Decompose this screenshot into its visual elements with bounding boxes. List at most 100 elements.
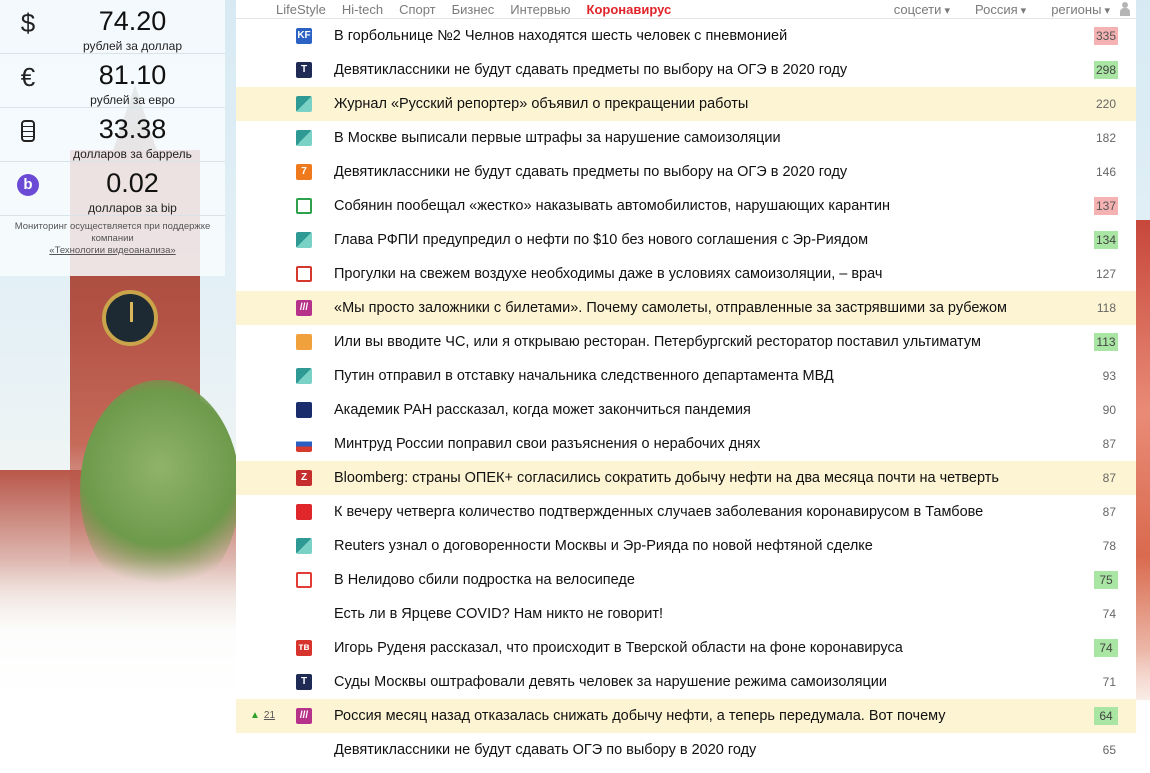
news-title[interactable]: Минтруд России поправил свои разъяснения… <box>334 436 1022 452</box>
news-title[interactable]: В Москве выписали первые штрафы за наруш… <box>334 130 1022 146</box>
country-dropdown[interactable]: Россия <box>975 2 1026 17</box>
news-item[interactable]: Собянин пообещал «жестко» наказывать авт… <box>236 189 1136 223</box>
social-dropdown[interactable]: соцсети <box>894 2 950 17</box>
news-item[interactable]: 7 Девятиклассники не будут сдавать предме… <box>236 155 1136 189</box>
news-title[interactable]: В Нелидово сбили подростка на велосипеде <box>334 572 1022 588</box>
source-logo-icon[interactable] <box>296 198 312 214</box>
view-count: 220 <box>1095 97 1116 111</box>
news-item[interactable]: Я Есть ли в Ярцеве COVID? Нам никто не го… <box>236 597 1136 631</box>
source-logo-icon[interactable] <box>296 334 312 350</box>
barrel-icon <box>21 120 35 142</box>
source-logo-icon[interactable]: Я <box>296 606 312 622</box>
news-list: KF В горбольнице №2 Челнов находятся шест… <box>236 19 1136 767</box>
news-item[interactable]: Или вы вводите ЧС, или я открываю рестор… <box>236 325 1136 359</box>
view-count: 75 <box>1094 571 1118 589</box>
news-title[interactable]: Журнал «Русский репортер» объявил о прек… <box>334 96 1022 112</box>
nav-hitech[interactable]: Hi-tech <box>342 2 383 17</box>
rate-label: рублей за доллар <box>83 39 182 53</box>
rate-bip: b 0.02 долларов за bip <box>0 162 225 216</box>
news-title[interactable]: Академик РАН рассказал, когда может зако… <box>334 402 1022 418</box>
news-title[interactable]: Собянин пообещал «жестко» наказывать авт… <box>334 198 1022 214</box>
source-logo-icon[interactable] <box>296 266 312 282</box>
view-count: 74 <box>1094 639 1118 657</box>
news-title[interactable]: Девятиклассники не будут сдавать ОГЭ по … <box>334 742 1022 758</box>
source-logo-icon[interactable] <box>296 232 312 248</box>
news-title[interactable]: Девятиклассники не будут сдавать предмет… <box>334 62 1022 78</box>
news-item[interactable]: Reuters узнал о договоренности Москвы и … <box>236 529 1136 563</box>
news-title[interactable]: Девятиклассники не будут сдавать предмет… <box>334 164 1022 180</box>
source-logo-icon[interactable]: Z <box>296 470 312 486</box>
rate-value: 74.20 <box>98 6 167 36</box>
regions-dropdown[interactable]: регионы <box>1051 2 1110 17</box>
news-item[interactable]: iz Девятиклассники не будут сдавать ОГЭ п… <box>236 733 1136 767</box>
news-item[interactable]: Академик РАН рассказал, когда может зако… <box>236 393 1136 427</box>
news-title[interactable]: Прогулки на свежем воздухе необходимы да… <box>334 266 1022 282</box>
source-logo-icon[interactable]: T <box>296 62 312 78</box>
nav-interview[interactable]: Интервью <box>510 2 570 17</box>
rate-value: 0.02 <box>106 168 159 198</box>
view-count: 74 <box>1102 607 1116 621</box>
rate-oil: 33.38 долларов за баррель <box>0 108 225 162</box>
nav-coronavirus[interactable]: Коронавирус <box>587 2 672 17</box>
source-logo-icon[interactable]: iz <box>296 742 312 758</box>
source-logo-icon[interactable]: тв <box>296 640 312 656</box>
nav-sport[interactable]: Спорт <box>399 2 436 17</box>
source-logo-icon[interactable] <box>296 538 312 554</box>
news-item[interactable]: Z Bloomberg: страны ОПЕК+ согласились сок… <box>236 461 1136 495</box>
source-logo-icon[interactable]: /// <box>296 708 312 724</box>
news-item[interactable]: Прогулки на свежем воздухе необходимы да… <box>236 257 1136 291</box>
source-logo-icon[interactable]: KF <box>296 28 312 44</box>
source-logo-icon[interactable]: /// <box>296 300 312 316</box>
news-title[interactable]: В горбольнице №2 Челнов находятся шесть … <box>334 28 1022 44</box>
nav-business[interactable]: Бизнес <box>452 2 495 17</box>
news-item[interactable]: В Нелидово сбили подростка на велосипеде… <box>236 563 1136 597</box>
rate-value: 81.10 <box>98 60 167 90</box>
news-item[interactable]: ▲ 21 /// Россия месяц назад отказалась сниж… <box>236 699 1136 733</box>
news-title[interactable]: Глава РФПИ предупредил о нефти по $10 бе… <box>334 232 1022 248</box>
source-logo-icon[interactable] <box>296 436 312 452</box>
news-item[interactable]: T Девятиклассники не будут сдавать предме… <box>236 53 1136 87</box>
news-item[interactable]: Журнал «Русский репортер» объявил о прек… <box>236 87 1136 121</box>
news-item[interactable]: К вечеру четверга количество подтвержден… <box>236 495 1136 529</box>
news-title[interactable]: Bloomberg: страны ОПЕК+ согласились сокр… <box>334 470 1022 486</box>
source-logo-icon[interactable]: 7 <box>296 164 312 180</box>
source-logo-icon[interactable] <box>296 130 312 146</box>
news-column: LifeStyle Hi-tech Спорт Бизнес Интервью … <box>236 0 1136 773</box>
news-item[interactable]: Путин отправил в отставку начальника сле… <box>236 359 1136 393</box>
source-logo-icon[interactable] <box>296 504 312 520</box>
news-item[interactable]: В Москве выписали первые штрафы за наруш… <box>236 121 1136 155</box>
news-item[interactable]: Глава РФПИ предупредил о нефти по $10 бе… <box>236 223 1136 257</box>
monitor-note: Мониторинг осуществляется при поддержке … <box>0 216 225 276</box>
news-title[interactable]: Или вы вводите ЧС, или я открываю рестор… <box>334 334 1022 350</box>
euro-icon: € <box>20 62 36 92</box>
source-logo-icon[interactable] <box>296 572 312 588</box>
source-logo-icon[interactable] <box>296 96 312 112</box>
news-item[interactable]: тв Игорь Руденя рассказал, что происходит… <box>236 631 1136 665</box>
news-title[interactable]: Путин отправил в отставку начальника сле… <box>334 368 1022 384</box>
news-title[interactable]: Есть ли в Ярцеве COVID? Нам никто не гов… <box>334 606 1022 622</box>
news-title[interactable]: К вечеру четверга количество подтвержден… <box>334 504 1022 520</box>
monitor-link[interactable]: «Технологии видеоанализа» <box>4 245 221 257</box>
news-item[interactable]: Минтруд России поправил свои разъяснения… <box>236 427 1136 461</box>
news-item[interactable]: /// «Мы просто заложники с билетами». Поч… <box>236 291 1136 325</box>
view-count: 64 <box>1094 707 1118 725</box>
news-title[interactable]: «Мы просто заложники с билетами». Почему… <box>334 300 1022 316</box>
rate-value: 33.38 <box>98 114 167 144</box>
view-count: 335 <box>1093 27 1118 45</box>
source-logo-icon[interactable]: T <box>296 674 312 690</box>
source-logo-icon[interactable] <box>296 402 312 418</box>
user-icon[interactable] <box>1120 2 1130 16</box>
nav-lifestyle[interactable]: LifeStyle <box>276 2 326 17</box>
news-title[interactable]: Суды Москвы оштрафовали девять человек з… <box>334 674 1022 690</box>
source-logo-icon[interactable] <box>296 368 312 384</box>
news-item[interactable]: KF В горбольнице №2 Челнов находятся шест… <box>236 19 1136 53</box>
bip-icon: b <box>17 174 39 196</box>
news-title[interactable]: Reuters узнал о договоренности Москвы и … <box>334 538 1022 554</box>
trend-value[interactable]: 21 <box>264 710 275 721</box>
view-count: 87 <box>1102 437 1116 451</box>
view-count: 87 <box>1102 505 1116 519</box>
rate-label: рублей за евро <box>90 93 175 107</box>
news-item[interactable]: T Суды Москвы оштрафовали девять человек … <box>236 665 1136 699</box>
news-title[interactable]: Россия месяц назад отказалась снижать до… <box>334 708 1022 724</box>
news-title[interactable]: Игорь Руденя рассказал, что происходит в… <box>334 640 1022 656</box>
